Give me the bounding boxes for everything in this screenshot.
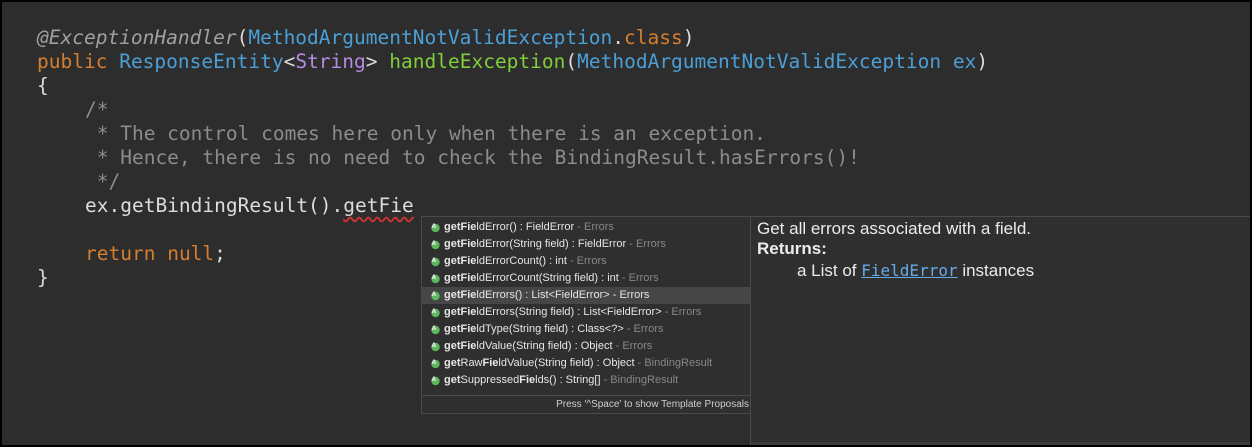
content-assist-footer: Press '^Space' to show Template Proposal…: [421, 395, 752, 414]
code-line-return: return null;: [85, 242, 226, 265]
completion-item-label: getFieldErrorCount() : int - Errors: [444, 255, 607, 267]
completion-item-label: getFieldErrors(String field) : List<Fiel…: [444, 306, 702, 318]
svg-text:A: A: [432, 325, 437, 332]
svg-text:A: A: [432, 274, 437, 281]
svg-text:A: A: [432, 308, 437, 315]
completion-item[interactable]: AgetFieldErrors(String field) : List<Fie…: [422, 304, 751, 321]
param-name-token: ex: [952, 50, 977, 73]
svg-text:A: A: [432, 359, 437, 366]
public-method-icon: A: [430, 239, 441, 250]
comment-line-1: /*: [85, 98, 109, 121]
exception-type-token: MethodArgumentNotValidException: [248, 26, 613, 49]
annotation-token: @ExceptionHandler: [37, 26, 237, 49]
public-method-icon: A: [430, 358, 441, 369]
typed-partial-token: getFie: [343, 194, 414, 217]
return-type-token: ResponseEntity: [119, 50, 284, 73]
public-method-icon: A: [430, 324, 441, 335]
completion-item-label: getFieldErrorCount(String field) : int -…: [444, 272, 659, 284]
comment-line-3: * Hence, there is no need to check the B…: [85, 146, 860, 169]
public-method-icon: A: [430, 341, 441, 352]
public-method-icon: A: [430, 273, 441, 284]
fielderror-link[interactable]: FieldError: [861, 261, 957, 280]
completion-item[interactable]: AgetFieldError() : FieldError - Errors: [422, 219, 751, 236]
svg-text:A: A: [432, 257, 437, 264]
completion-item[interactable]: AgetSuppressedFields() : String[] - Bind…: [422, 372, 751, 389]
comment-line-4: */: [85, 170, 121, 193]
code-line-open-brace: {: [37, 74, 49, 97]
completion-item[interactable]: AgetFieldValue(String field) : Object - …: [422, 338, 751, 355]
public-method-icon: A: [430, 307, 441, 318]
completion-item-label: getFieldError() : FieldError - Errors: [444, 221, 614, 233]
completion-item-label: getFieldValue(String field) : Object - E…: [444, 340, 653, 352]
completion-item-label: getFieldErrors() : List<FieldError> - Er…: [444, 289, 650, 301]
svg-text:A: A: [432, 291, 437, 298]
return-keyword: return: [85, 242, 156, 265]
svg-text:A: A: [432, 342, 437, 349]
doc-returns-label: Returns:: [757, 239, 827, 258]
code-line-annotation: @ExceptionHandler(MethodArgumentNotValid…: [37, 26, 695, 49]
code-line-signature: public ResponseEntity<String> handleExce…: [37, 50, 989, 73]
code-line-close-brace: }: [37, 266, 49, 289]
public-method-icon: A: [430, 375, 441, 386]
generic-type-token: String: [295, 50, 366, 73]
content-assist-popup[interactable]: AgetFieldError() : FieldError - Errors Ag…: [421, 216, 752, 414]
completion-item[interactable]: AgetFieldType(String field) : Class<?> -…: [422, 321, 751, 338]
doc-description: Get all errors associated with a field.: [757, 219, 1032, 238]
completion-item[interactable]: AgetRawFieldValue(String field) : Object…: [422, 355, 751, 372]
public-method-icon: A: [430, 222, 441, 233]
completion-item-label: getFieldType(String field) : Class<?> - …: [444, 323, 664, 335]
class-keyword: class: [624, 26, 683, 49]
public-keyword: public: [37, 50, 108, 73]
code-line-current[interactable]: ex.getBindingResult().getFie: [85, 194, 414, 218]
svg-text:A: A: [432, 240, 437, 247]
completion-item[interactable]: AgetFieldErrors() : List<FieldError> - E…: [422, 287, 751, 304]
doc-returns-text: a List of FieldError instances: [797, 261, 1035, 280]
public-method-icon: A: [430, 256, 441, 267]
svg-text:A: A: [432, 376, 437, 383]
svg-text:A: A: [432, 223, 437, 230]
completion-item-label: getRawFieldValue(String field) : Object …: [444, 357, 713, 369]
completion-item-label: getSuppressedFields() : String[] - Bindi…: [444, 374, 679, 386]
screenshot-frame: @ExceptionHandler(MethodArgumentNotValid…: [0, 0, 1252, 447]
completion-item[interactable]: AgetFieldErrorCount(String field) : int …: [422, 270, 751, 287]
completion-item[interactable]: AgetFieldErrorCount() : int - Errors: [422, 253, 751, 270]
null-keyword: null: [167, 242, 215, 265]
javadoc-popup[interactable]: Get all errors associated with a field. …: [750, 216, 1250, 445]
param-type-token: MethodArgumentNotValidException: [577, 50, 942, 73]
completion-item-label: getFieldError(String field) : FieldError…: [444, 238, 666, 250]
completion-item[interactable]: AgetFieldError(String field) : FieldErro…: [422, 236, 751, 253]
comment-line-2: * The control comes here only when there…: [85, 122, 766, 145]
doc-bottom-rule: [751, 442, 1250, 445]
public-method-icon: A: [430, 290, 441, 301]
method-name-token: handleException: [389, 50, 566, 73]
